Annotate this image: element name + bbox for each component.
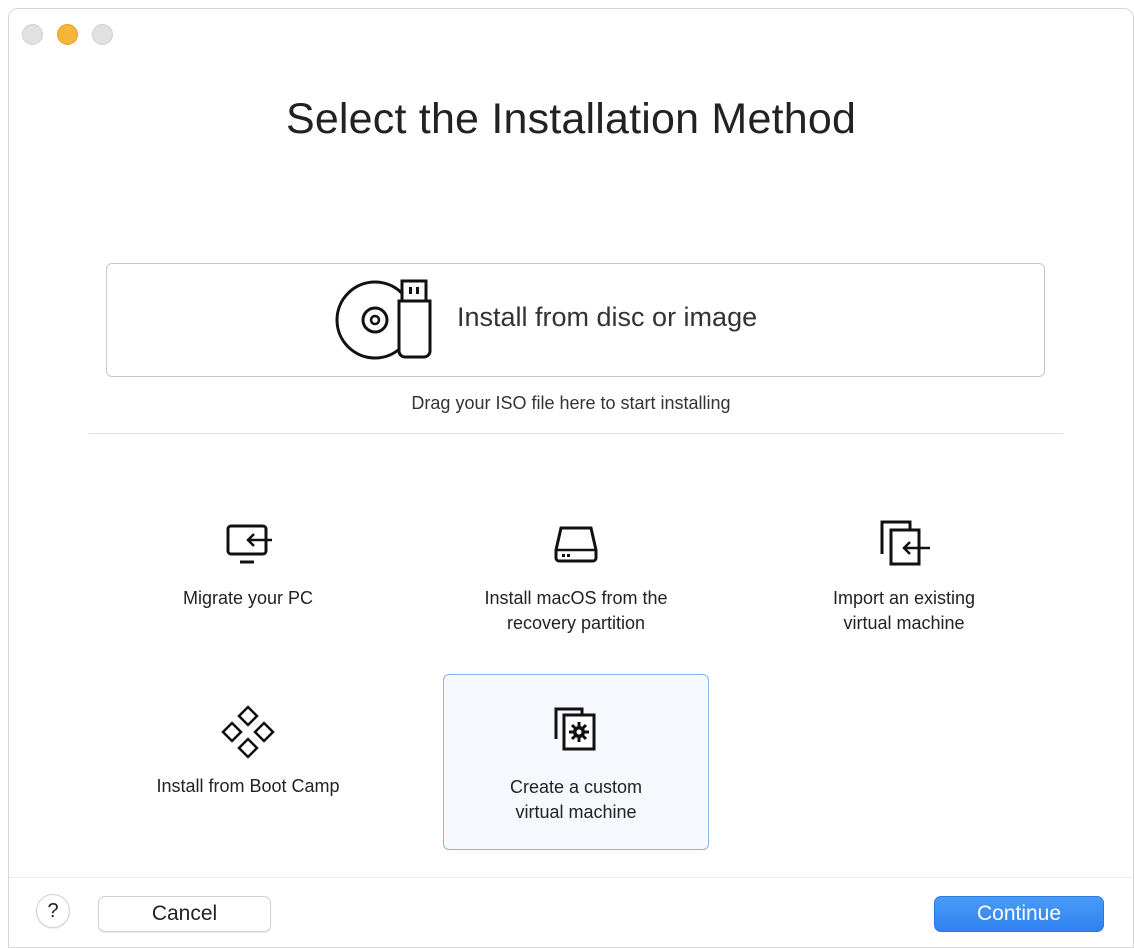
window-controls xyxy=(22,24,113,45)
option-install-macos-recovery-label: Install macOS from the recovery partitio… xyxy=(484,588,668,633)
disc-usb-icon xyxy=(335,279,432,360)
installer-window: Select the Installation Method Install f… xyxy=(8,8,1134,948)
custom-vm-gear-icon xyxy=(554,707,596,751)
option-import-existing-vm[interactable]: Import an existing virtual machine xyxy=(771,504,1037,680)
option-migrate-pc-label: Migrate your PC xyxy=(182,588,314,608)
option-migrate-pc[interactable]: Migrate your PC xyxy=(115,504,381,680)
option-import-existing-vm-label: Import an existing virtual machine xyxy=(832,588,976,633)
page-title: Select the Installation Method xyxy=(285,95,857,143)
cancel-button[interactable]: Cancel xyxy=(98,896,271,932)
drag-iso-hint: Drag your ISO file here to start install… xyxy=(411,393,731,413)
option-install-from-bootcamp[interactable]: Install from Boot Camp xyxy=(115,674,381,850)
minimize-window-button[interactable] xyxy=(57,24,78,45)
install-from-disc-label: Install from disc or image xyxy=(457,302,758,332)
hard-drive-icon xyxy=(554,526,598,563)
option-install-macos-recovery[interactable]: Install macOS from the recovery partitio… xyxy=(443,504,709,680)
continue-button[interactable]: Continue xyxy=(934,896,1104,932)
import-vm-icon xyxy=(880,520,930,566)
option-create-custom-vm[interactable]: Create a custom virtual machine xyxy=(443,674,709,850)
help-button[interactable]: ? xyxy=(36,894,70,928)
footer-divider xyxy=(9,877,1133,878)
monitor-arrow-icon xyxy=(226,524,272,564)
zoom-window-button[interactable] xyxy=(92,24,113,45)
section-divider xyxy=(89,433,1063,434)
bootcamp-diamonds-icon xyxy=(221,705,275,759)
option-create-custom-vm-label: Create a custom virtual machine xyxy=(509,777,643,822)
close-window-button[interactable] xyxy=(22,24,43,45)
option-install-from-bootcamp-label: Install from Boot Camp xyxy=(156,776,340,796)
install-from-disc-dropzone[interactable]: Install from disc or image xyxy=(106,263,1045,377)
